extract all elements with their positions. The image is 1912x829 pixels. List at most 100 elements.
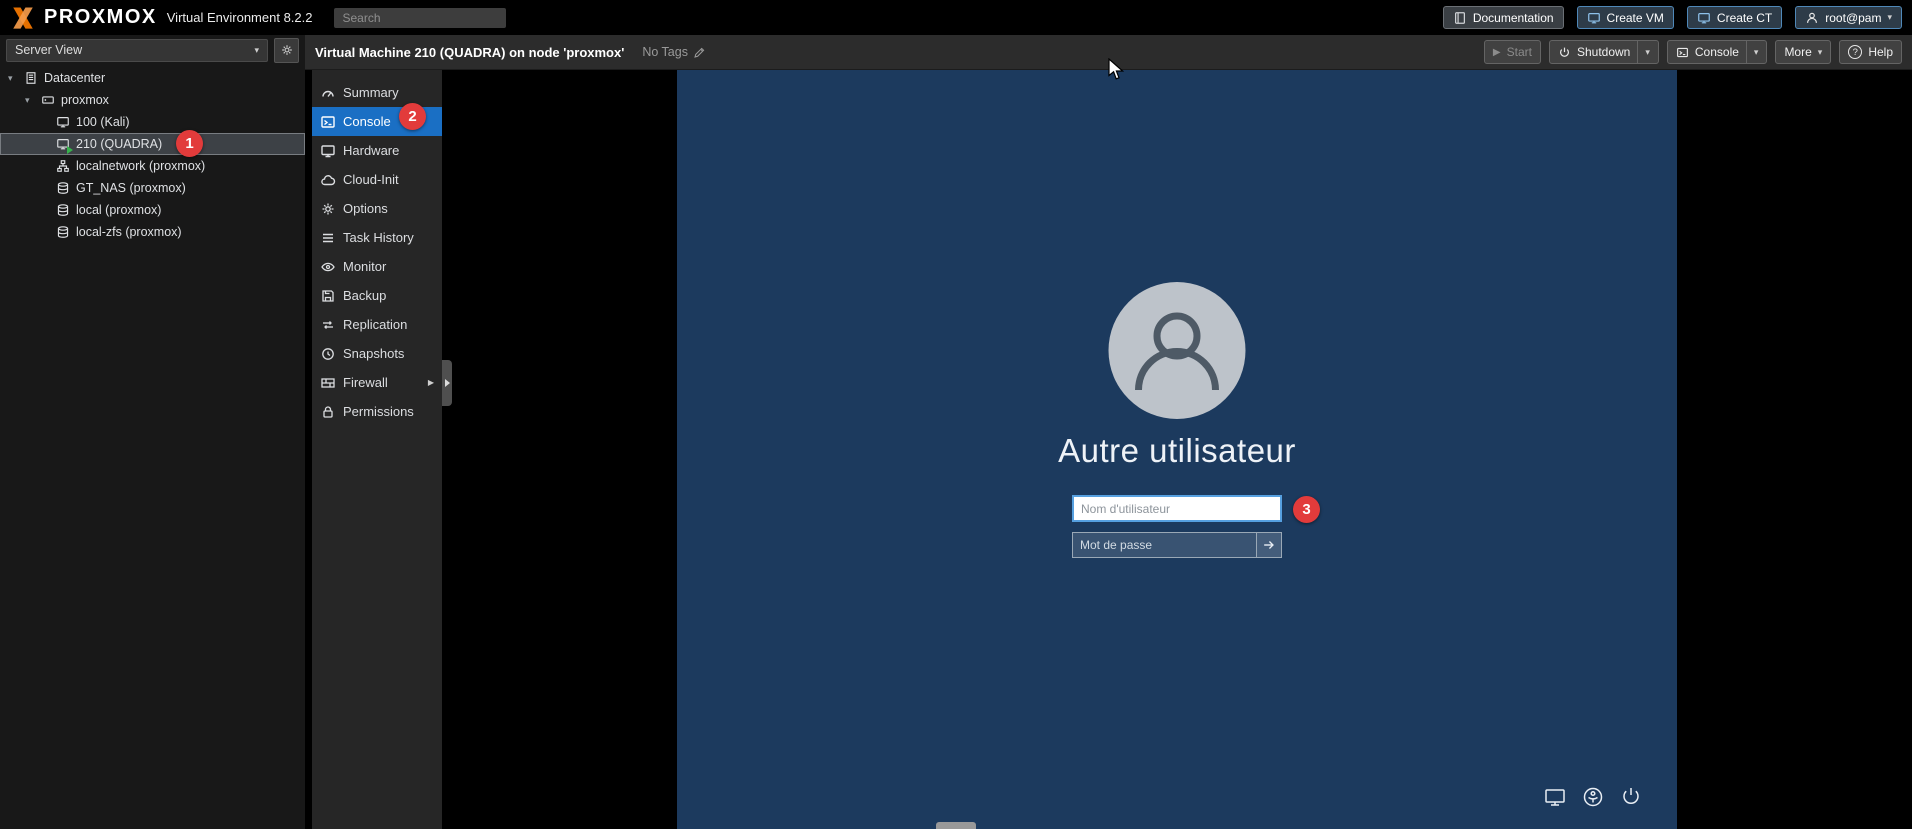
tree-item-label: GT_NAS (proxmox) (76, 181, 186, 195)
vm-menu: Summary Console Hardware Cloud-Init Opti… (312, 70, 442, 829)
console-scrollbar[interactable] (936, 822, 976, 829)
sync-icon (320, 317, 336, 333)
tree-item-label: 100 (Kali) (76, 115, 130, 129)
user-menu-button[interactable]: root@pam ▾ (1795, 6, 1902, 29)
history-icon (320, 346, 336, 362)
tree-item-vm-100[interactable]: 100 (Kali) (0, 111, 305, 133)
tree-item-local[interactable]: local (proxmox) (0, 199, 305, 221)
menu-item-replication[interactable]: Replication (312, 310, 442, 339)
tree-item-datacenter[interactable]: ▾ Datacenter (0, 67, 305, 89)
start-button[interactable]: ▶ Start (1483, 40, 1541, 64)
more-label: More (1784, 45, 1812, 59)
console-button[interactable]: Console ▾ (1666, 40, 1768, 64)
login-bottom-icons (1543, 785, 1643, 809)
brand-version: Virtual Environment 8.2.2 (166, 10, 313, 25)
view-selector[interactable]: Server View ▾ (6, 38, 268, 62)
documentation-label: Documentation (1472, 10, 1554, 25)
help-label: Help (1868, 45, 1893, 59)
shutdown-dropdown-caret[interactable]: ▾ (1637, 41, 1650, 63)
gear-icon (280, 43, 294, 57)
expand-caret-icon[interactable]: ▾ (25, 95, 35, 106)
start-label: Start (1506, 45, 1532, 59)
tags-control[interactable]: No Tags (642, 45, 706, 59)
display-icon (1587, 11, 1601, 25)
menu-item-monitor[interactable]: Monitor (312, 252, 442, 281)
running-indicator-icon (67, 146, 73, 154)
create-ct-button[interactable]: Create CT (1686, 6, 1783, 29)
username-input[interactable] (1072, 495, 1282, 522)
console-label: Console (1694, 45, 1739, 59)
node-icon (40, 92, 56, 108)
menu-item-label: Replication (343, 317, 408, 332)
password-input[interactable] (1072, 532, 1256, 558)
tags-label: No Tags (642, 45, 688, 59)
menu-item-label: Backup (343, 288, 387, 303)
password-row (1072, 532, 1282, 558)
user-label: root@pam (1825, 10, 1882, 25)
storage-icon (55, 180, 71, 196)
play-icon: ▶ (1492, 46, 1501, 58)
storage-icon (55, 224, 71, 240)
create-ct-label: Create CT (1716, 10, 1773, 25)
menu-item-hardware[interactable]: Hardware (312, 136, 442, 165)
menu-item-label: Console (343, 114, 391, 129)
power-icon[interactable] (1619, 785, 1643, 809)
submenu-caret-icon: ▶ (427, 378, 434, 387)
menu-item-snapshots[interactable]: Snapshots (312, 339, 442, 368)
tree-item-label: local-zfs (proxmox) (76, 225, 182, 239)
tree-item-label: 210 (QUADRA) (76, 137, 163, 151)
annotation-step-badge: 2 (399, 103, 426, 130)
collapse-caret-icon (444, 379, 450, 387)
brand-name: PROXMOX (44, 6, 157, 28)
expand-caret-icon[interactable]: ▾ (8, 73, 18, 84)
help-button[interactable]: ? Help (1839, 40, 1902, 64)
lock-icon (320, 404, 336, 420)
console-dropdown-caret[interactable]: ▾ (1745, 41, 1758, 63)
mouse-cursor (1108, 57, 1125, 87)
vm-actions: ▶ Start Shutdown ▾ Console ▾ More ▾ ? He… (1483, 40, 1902, 64)
book-icon (1453, 11, 1467, 25)
menu-item-firewall[interactable]: Firewall ▶ (312, 368, 442, 397)
network-icon[interactable] (1543, 785, 1567, 809)
terminal-icon (1676, 46, 1689, 59)
tree-item-label: proxmox (61, 93, 109, 107)
tree-item-label: local (proxmox) (76, 203, 162, 217)
menu-item-options[interactable]: Options (312, 194, 442, 223)
menu-item-label: Options (343, 201, 388, 216)
help-icon: ? (1848, 45, 1863, 59)
annotation-step-badge: 3 (1293, 496, 1320, 523)
pencil-icon (693, 46, 706, 59)
server-icon (23, 70, 39, 86)
gear-icon (320, 201, 336, 217)
tree-item-localnetwork[interactable]: localnetwork (proxmox) (0, 155, 305, 177)
menu-item-permissions[interactable]: Permissions (312, 397, 442, 426)
tree-item-node-proxmox[interactable]: ▾ proxmox (0, 89, 305, 111)
more-button[interactable]: More ▾ (1775, 40, 1832, 64)
create-vm-button[interactable]: Create VM (1576, 6, 1674, 29)
resource-tree: ▾ Datacenter ▾ proxmox 100 (Kali) 210 (Q… (0, 65, 305, 243)
panel-collapse-handle[interactable] (442, 360, 452, 406)
search-input[interactable] (334, 7, 507, 28)
menu-item-label: Summary (343, 85, 399, 100)
vm-console-screen[interactable]: Autre utilisateur (677, 70, 1677, 829)
menu-item-summary[interactable]: Summary (312, 78, 442, 107)
settings-gear-button[interactable] (274, 37, 299, 63)
menu-item-label: Permissions (343, 404, 414, 419)
tree-item-label: localnetwork (proxmox) (76, 159, 206, 173)
tree-item-label: Datacenter (44, 71, 106, 85)
login-submit-button[interactable] (1256, 532, 1282, 558)
menu-item-backup[interactable]: Backup (312, 281, 442, 310)
menu-item-label: Monitor (343, 259, 387, 274)
menu-item-cloud-init[interactable]: Cloud-Init (312, 165, 442, 194)
menu-item-label: Firewall (343, 375, 388, 390)
shutdown-button[interactable]: Shutdown ▾ (1548, 40, 1659, 64)
tree-item-gt-nas[interactable]: GT_NAS (proxmox) (0, 177, 305, 199)
tree-item-local-zfs[interactable]: local-zfs (proxmox) (0, 221, 305, 243)
ease-of-access-icon[interactable] (1581, 785, 1605, 809)
gauge-icon (320, 85, 336, 101)
shutdown-label: Shutdown (1576, 45, 1631, 59)
documentation-button[interactable]: Documentation (1442, 6, 1564, 29)
menu-item-task-history[interactable]: Task History (312, 223, 442, 252)
tree-item-vm-210[interactable]: 210 (QUADRA) (0, 133, 305, 155)
panel-splitter[interactable] (305, 70, 312, 829)
